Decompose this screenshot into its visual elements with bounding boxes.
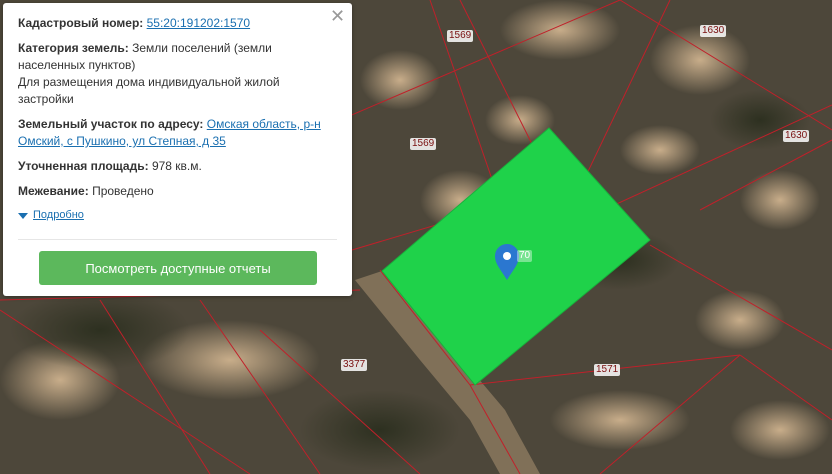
parcel-label-1630: 1630: [783, 130, 810, 142]
area-value: 978 кв.м.: [151, 159, 202, 173]
survey-row: Межевание: Проведено: [18, 183, 338, 200]
parcel-label-1569: 1569: [410, 138, 437, 150]
survey-value: Проведено: [92, 184, 154, 198]
details-link[interactable]: Подробно: [33, 207, 84, 224]
cadastral-number-label: Кадастровый номер:: [18, 16, 144, 30]
parcel-label-1630-top: 1630: [700, 25, 727, 37]
land-usage-value: Для размещения дома индивидуальной жилой…: [18, 75, 280, 106]
area-row: Уточненная площадь: 978 кв.м.: [18, 158, 338, 175]
parcel-label-1571: 1571: [594, 364, 621, 376]
cadastral-number-link[interactable]: 55:20:191202:1570: [147, 16, 250, 30]
triangle-down-icon: [18, 212, 28, 219]
area-label: Уточненная площадь:: [18, 159, 149, 173]
address-label: Земельный участок по адресу:: [18, 117, 204, 131]
address-row: Земельный участок по адресу: Омская обла…: [18, 116, 338, 150]
parcel-label-1569-top: 1569: [447, 30, 474, 42]
details-toggle[interactable]: Подробно: [18, 207, 338, 224]
close-icon[interactable]: ✕: [330, 7, 345, 25]
survey-label: Межевание:: [18, 184, 89, 198]
parcel-label-3377: 3377: [341, 359, 368, 371]
land-category-label: Категория земель:: [18, 41, 129, 55]
cadastral-number-row: Кадастровый номер: 55:20:191202:1570: [18, 15, 338, 32]
parcel-info-popup: ✕ Кадастровый номер: 55:20:191202:1570 К…: [3, 3, 352, 296]
view-reports-button[interactable]: Посмотреть доступные отчеты: [39, 251, 317, 285]
land-category-row: Категория земель: Земли поселений (земли…: [18, 40, 338, 108]
popup-divider: [18, 239, 337, 240]
parcel-label-selected: 70: [517, 250, 533, 262]
